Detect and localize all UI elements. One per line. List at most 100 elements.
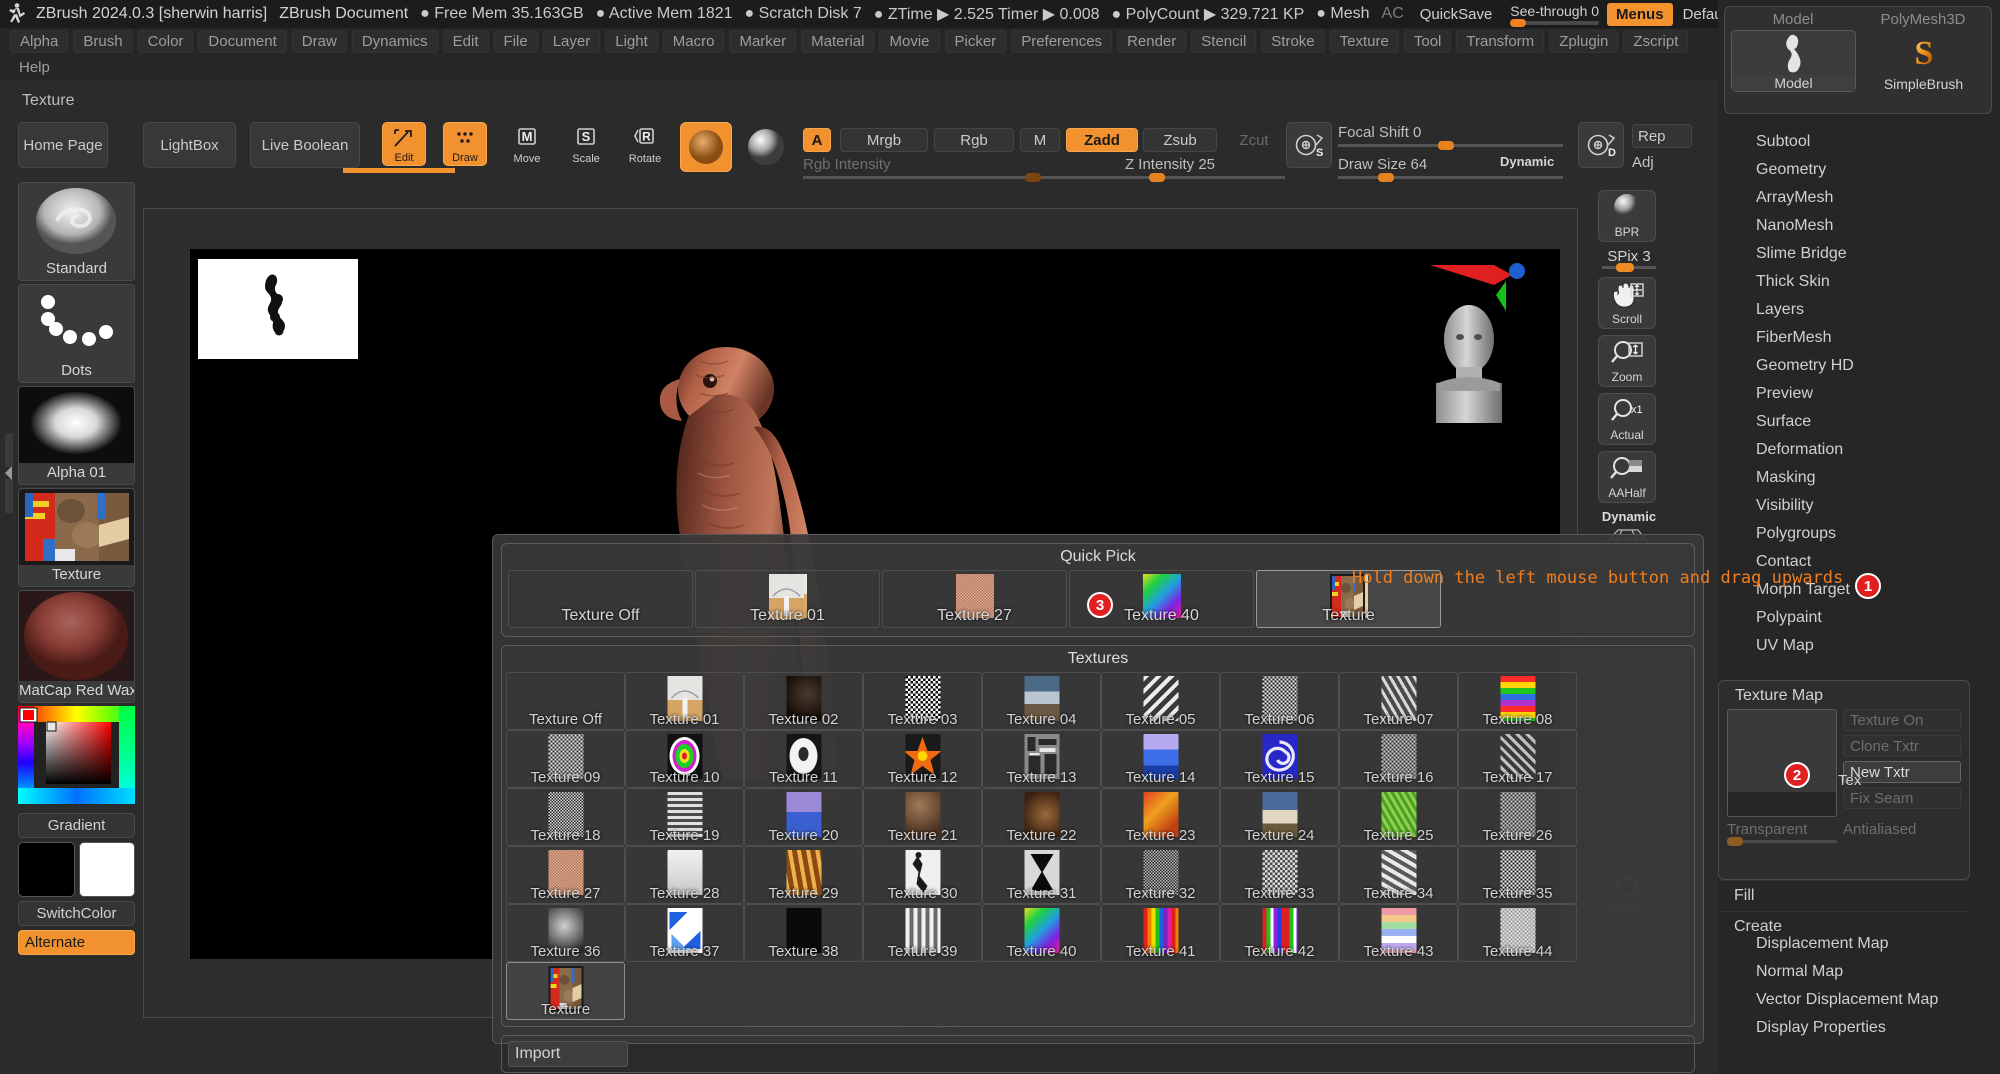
tool-simplebrush-button[interactable]: S SimpleBrush — [1862, 30, 1985, 92]
right-menu-item-displacement-map[interactable]: Displacement Map — [1738, 930, 1988, 958]
switch-color-button[interactable]: SwitchColor — [18, 901, 135, 926]
texture-item[interactable]: Texture 18 — [506, 788, 625, 846]
texture-item[interactable]: Texture 35 — [1458, 846, 1577, 904]
menu-item-draw[interactable]: Draw — [291, 29, 347, 53]
right-menu-item-fibermesh[interactable]: FiberMesh — [1738, 324, 1988, 352]
quicksave-button[interactable]: QuickSave — [1410, 6, 1503, 23]
spix-knob[interactable] — [1616, 263, 1634, 272]
scale-mode-button[interactable]: S Scale — [564, 122, 608, 166]
menu-item-marker[interactable]: Marker — [729, 29, 797, 53]
texture-item[interactable]: Texture 38 — [744, 904, 863, 962]
gradient-button[interactable]: Gradient — [18, 813, 135, 838]
quick-pick-item[interactable]: Texture 27 — [882, 570, 1067, 628]
alternate-button[interactable]: Alternate — [18, 930, 135, 955]
texture-item[interactable]: Texture 23 — [1101, 788, 1220, 846]
menu-item-render[interactable]: Render — [1117, 29, 1187, 53]
texture-item[interactable]: Texture 32 — [1101, 846, 1220, 904]
texture-item[interactable]: Texture 14 — [1101, 730, 1220, 788]
right-menu-item-slime-bridge[interactable]: Slime Bridge — [1738, 240, 1988, 268]
scroll-button[interactable]: Scroll — [1598, 277, 1656, 329]
menu-item-texture[interactable]: Texture — [1329, 29, 1399, 53]
texture-item[interactable]: Texture 08 — [1458, 672, 1577, 730]
replay-button[interactable]: Rep — [1632, 124, 1692, 148]
texture-item[interactable]: Texture 28 — [625, 846, 744, 904]
live-boolean-button[interactable]: Live Boolean — [250, 122, 360, 168]
left-tray-toggle[interactable] — [2, 430, 16, 515]
menu-item-document[interactable]: Document — [198, 29, 287, 53]
a-toggle[interactable]: A — [803, 128, 831, 152]
right-menu-item-uv-map[interactable]: UV Map — [1738, 632, 1988, 660]
menu-item-brush[interactable]: Brush — [73, 29, 133, 53]
texture-item[interactable]: Texture 27 — [506, 846, 625, 904]
texture-item[interactable]: Texture Off — [506, 672, 625, 730]
texture-item[interactable]: Texture 42 — [1220, 904, 1339, 962]
transparent-knob[interactable] — [1727, 837, 1743, 846]
texture-item[interactable]: Texture 24 — [1220, 788, 1339, 846]
current-material-button[interactable] — [740, 122, 792, 172]
texture-item[interactable]: Texture 44 — [1458, 904, 1577, 962]
texture-item[interactable]: Texture 37 — [625, 904, 744, 962]
texture-item[interactable]: Texture 20 — [744, 788, 863, 846]
rotate-mode-button[interactable]: R Rotate — [623, 122, 667, 166]
menu-item-light[interactable]: Light — [605, 29, 658, 53]
menu-item-stroke[interactable]: Stroke — [1261, 29, 1325, 53]
texture-item[interactable]: Texture 25 — [1339, 788, 1458, 846]
right-menu-item-surface[interactable]: Surface — [1738, 408, 1988, 436]
rgb-toggle[interactable]: Rgb — [934, 128, 1014, 152]
color-picker[interactable] — [18, 706, 135, 809]
menu-item-movie[interactable]: Movie — [879, 29, 940, 53]
right-menu-item-polygroups[interactable]: Polygroups — [1738, 520, 1988, 548]
tool-model-button[interactable]: Model — [1731, 30, 1856, 92]
lightbox-button[interactable]: LightBox — [143, 122, 236, 168]
right-menu-item-display-properties[interactable]: Display Properties — [1738, 1014, 1988, 1042]
focal-shift-slider[interactable]: Focal Shift 0 — [1338, 124, 1563, 150]
zcut-toggle[interactable]: Zcut — [1223, 128, 1285, 152]
draw-size-knob[interactable] — [1378, 173, 1394, 182]
transparent-slider[interactable]: Transparent — [1727, 821, 1837, 846]
texture-item[interactable]: Texture 05 — [1101, 672, 1220, 730]
material-swatch[interactable]: MatCap Red Wax — [18, 590, 135, 703]
home-page-button[interactable]: Home Page — [18, 122, 108, 168]
texture-item[interactable]: Texture 09 — [506, 730, 625, 788]
texture-item[interactable]: Texture 21 — [863, 788, 982, 846]
menu-item-transform[interactable]: Transform — [1456, 29, 1545, 53]
quick-pick-item[interactable]: Texture 01 — [695, 570, 880, 628]
right-menu-item-polypaint[interactable]: Polypaint — [1738, 604, 1988, 632]
right-menu-item-arraymesh[interactable]: ArrayMesh — [1738, 184, 1988, 212]
move-mode-button[interactable]: M Move — [505, 122, 549, 166]
texture-item[interactable]: Texture 43 — [1339, 904, 1458, 962]
menu-item-dynamics[interactable]: Dynamics — [351, 29, 438, 53]
texture-item[interactable]: Texture 19 — [625, 788, 744, 846]
right-menu-item-visibility[interactable]: Visibility — [1738, 492, 1988, 520]
rgb-intensity-knob[interactable] — [1025, 173, 1041, 182]
fill-button[interactable]: Fill — [1718, 880, 1970, 911]
texture-item[interactable]: Texture 15 — [1220, 730, 1339, 788]
focal-shift-knob[interactable] — [1438, 141, 1454, 150]
mrgb-toggle[interactable]: Mrgb — [840, 128, 928, 152]
zadd-toggle[interactable]: Zadd — [1066, 128, 1138, 152]
right-menu-item-preview[interactable]: Preview — [1738, 380, 1988, 408]
menu-item-tool[interactable]: Tool — [1403, 29, 1452, 53]
menus-toggle-button[interactable]: Menus — [1607, 2, 1673, 26]
texture-item[interactable]: Texture 22 — [982, 788, 1101, 846]
color-pair[interactable] — [18, 842, 135, 897]
texture-item[interactable]: Texture 12 — [863, 730, 982, 788]
z-intensity-knob[interactable] — [1149, 173, 1165, 182]
texture-map-thumbnail[interactable] — [1727, 709, 1837, 817]
z-intensity-slider[interactable]: Z Intensity 25 — [1055, 156, 1285, 182]
right-menu-item-geometry[interactable]: Geometry — [1738, 156, 1988, 184]
texture-item[interactable]: Texture 16 — [1339, 730, 1458, 788]
texture-item[interactable]: Texture 40 — [982, 904, 1101, 962]
right-menu-item-nanomesh[interactable]: NanoMesh — [1738, 212, 1988, 240]
actual-size-button[interactable]: x1 Actual — [1598, 393, 1656, 445]
right-menu-item-masking[interactable]: Masking — [1738, 464, 1988, 492]
menu-item-zplugin[interactable]: Zplugin — [1549, 29, 1619, 53]
texture-item[interactable]: Texture 34 — [1339, 846, 1458, 904]
spix-slider[interactable] — [1602, 263, 1656, 272]
stencil-thumbnail[interactable] — [198, 259, 358, 359]
rgb-intensity-slider[interactable]: Rgb Intensity — [803, 156, 1061, 182]
texture-item[interactable]: Texture 31 — [982, 846, 1101, 904]
menu-item-macro[interactable]: Macro — [662, 29, 725, 53]
menu-item-file[interactable]: File — [493, 29, 538, 53]
texture-item[interactable]: Texture 07 — [1339, 672, 1458, 730]
